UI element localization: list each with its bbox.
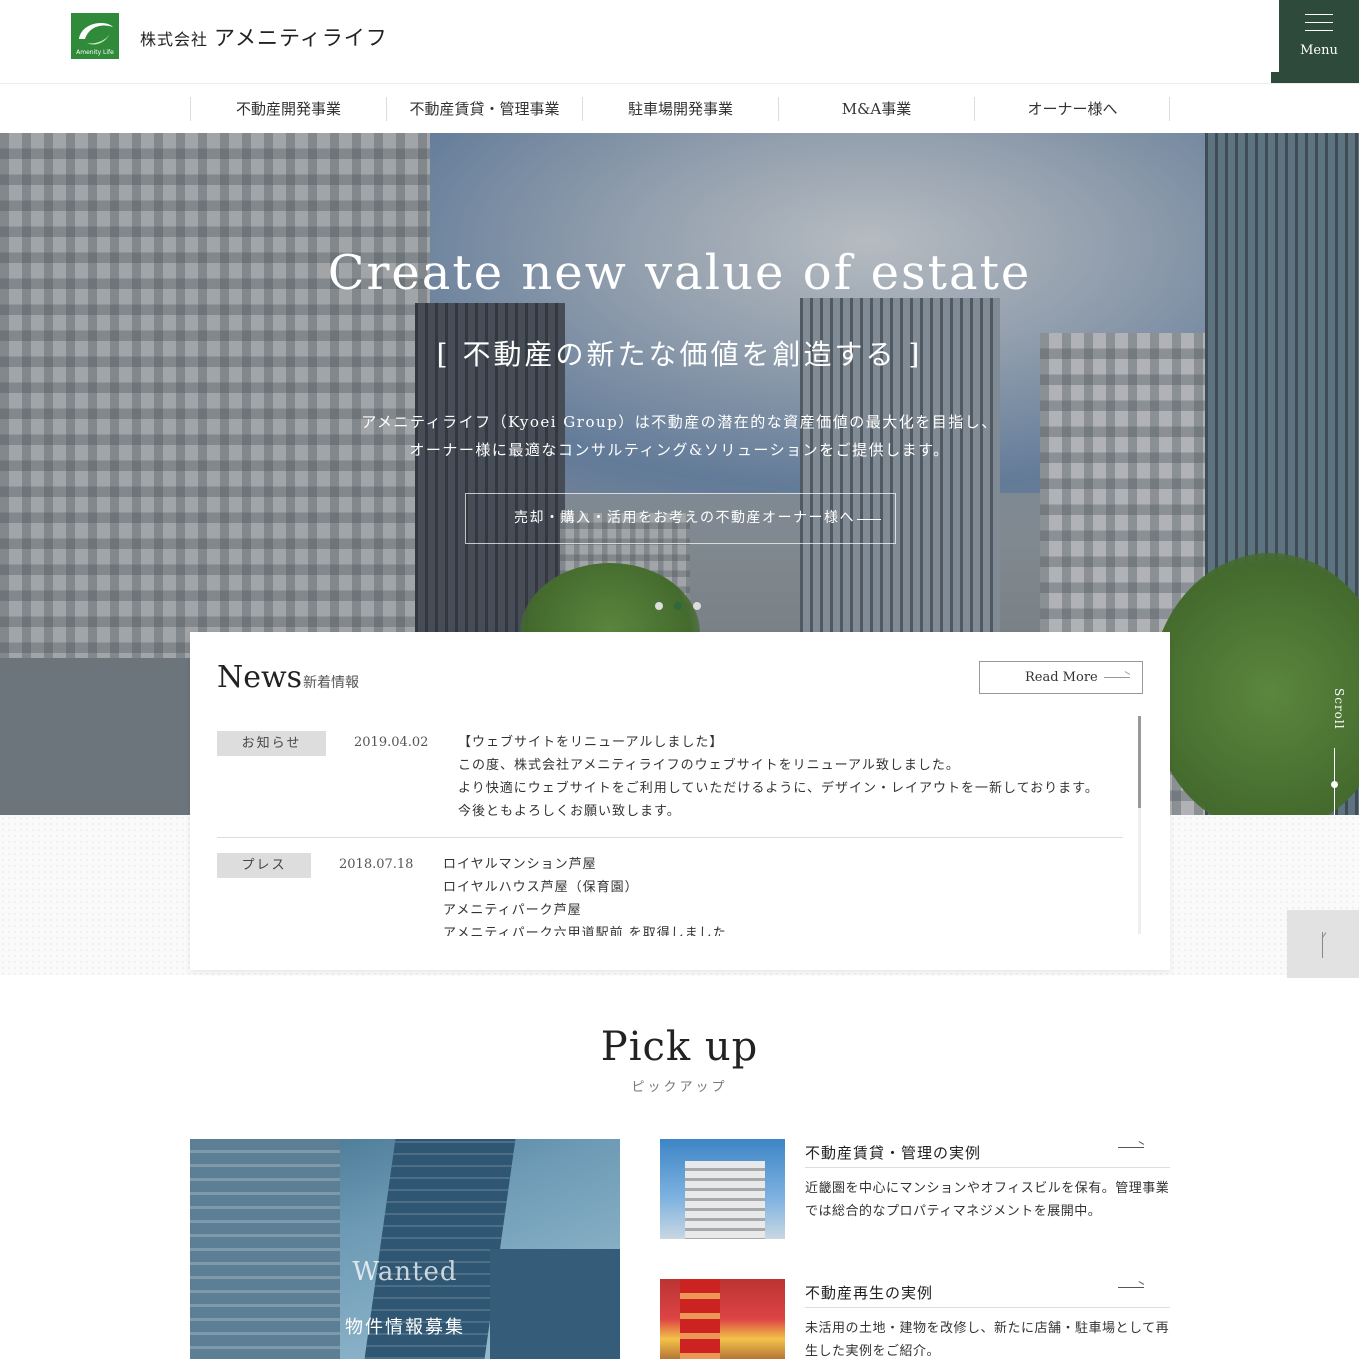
wanted-banner-title-en: Wanted xyxy=(352,1257,458,1287)
pickup-card-divider xyxy=(805,1167,1170,1168)
pickup-card-title: 不動産再生の実例 xyxy=(805,1284,934,1302)
company-name-text: アメニティライフ xyxy=(214,26,388,50)
nav-item-leasing-management[interactable]: 不動産賃貸・管理事業 xyxy=(386,97,582,121)
news-line: 【ウェブサイトをリニューアルしました】 xyxy=(458,735,724,750)
arrow-up-icon xyxy=(1322,932,1323,958)
news-title-ja: 新着情報 xyxy=(303,675,359,691)
news-date: 2019.04.02 xyxy=(354,735,429,750)
company-name[interactable]: 株式会社 アメニティライフ xyxy=(140,22,388,52)
slider-dot-2[interactable] xyxy=(674,602,682,610)
pickup-card-divider xyxy=(805,1307,1170,1308)
nav-divider xyxy=(1169,97,1170,121)
pickup-card-renovation[interactable]: 不動産再生の実例 未活用の土地・建物を改修し、新たに店舗・駐車場として再生した実… xyxy=(660,1279,1170,1359)
slider-dot-3[interactable] xyxy=(693,602,701,610)
nav-item-m-and-a[interactable]: M&A事業 xyxy=(778,97,974,121)
news-line: アメニティパーク六甲道駅前 を取得しました xyxy=(443,926,727,936)
site-header: Amenity Life 株式会社 アメニティライフ xyxy=(0,0,1359,84)
pickup-card-thumbnail xyxy=(660,1279,785,1359)
owner-cta-button[interactable]: 売却・購入・活用をお考えの不動産オーナー様へ xyxy=(465,493,896,544)
hamburger-icon xyxy=(1305,14,1333,38)
news-title: News xyxy=(217,660,303,695)
news-scrollbar-thumb[interactable] xyxy=(1138,716,1141,808)
logo-swoosh-icon xyxy=(79,23,113,45)
news-body: 【ウェブサイトをリニューアルしました】 この度、株式会社アメニティライフのウェブ… xyxy=(458,731,1099,823)
news-item[interactable]: お知らせ 2019.04.02 【ウェブサイトをリニューアルしました】 この度、… xyxy=(217,716,1123,838)
news-date: 2018.07.18 xyxy=(339,857,414,872)
hero-description: アメニティライフ（Kyoei Group）は不動産の潜在的な資産価値の最大化を目… xyxy=(0,408,1359,464)
hero-description-line-2: オーナー様に最適なコンサルティング&ソリューションをご提供します。 xyxy=(409,441,950,459)
hero-title: Create new value of estate xyxy=(327,245,1032,301)
news-line: この度、株式会社アメニティライフのウェブサイトをリニューアル致しました。 xyxy=(458,758,960,773)
scroll-indicator-dot xyxy=(1331,781,1338,788)
page-top-button[interactable] xyxy=(1287,910,1359,978)
wanted-banner[interactable]: Wanted 物件情報募集 xyxy=(190,1139,620,1359)
arrow-line-icon xyxy=(857,519,881,520)
news-line: ロイヤルハウス芦屋（保育園） xyxy=(443,880,639,895)
scroll-indicator-label: Scroll xyxy=(1332,688,1346,730)
news-panel: News 新着情報 Read More お知らせ 2019.04.02 【ウェブ… xyxy=(190,632,1170,970)
news-line: アメニティパーク芦屋 xyxy=(443,903,582,918)
read-more-label: Read More xyxy=(1025,670,1098,685)
news-line: ロイヤルマンション芦屋 xyxy=(443,857,597,872)
news-scrollbar[interactable] xyxy=(1138,716,1141,934)
owner-cta-label: 売却・購入・活用をお考えの不動産オーナー様へ xyxy=(514,510,855,526)
arrow-right-icon xyxy=(1118,1287,1144,1288)
arrow-right-icon xyxy=(1118,1147,1144,1148)
slider-dots xyxy=(655,595,712,614)
news-body: ロイヤルマンション芦屋 ロイヤルハウス芦屋（保育園） アメニティパーク芦屋 アメ… xyxy=(443,853,727,936)
pickup-card-description: 近畿圏を中心にマンションやオフィスビルを保有。管理事業では総合的なプロパティマネ… xyxy=(805,1181,1170,1219)
nav-item-real-estate-development[interactable]: 不動産開発事業 xyxy=(190,97,386,121)
pickup-title: Pick up xyxy=(600,1024,759,1070)
news-category-badge: お知らせ xyxy=(217,731,326,756)
nav-item-owners[interactable]: オーナー様へ xyxy=(974,97,1170,121)
news-item[interactable]: プレス 2018.07.18 ロイヤルマンション芦屋 ロイヤルハウス芦屋（保育園… xyxy=(217,838,1123,936)
news-line: 今後ともよろしくお願い致します。 xyxy=(458,804,681,819)
news-category-badge: プレス xyxy=(217,853,311,878)
company-prefix: 株式会社 xyxy=(140,30,209,49)
pickup-card-description: 未活用の土地・建物を改修し、新たに店舗・駐車場として再生した実例をご紹介。 xyxy=(805,1321,1170,1359)
menu-button-shadow xyxy=(1271,72,1359,83)
hero-subtitle: [ 不動産の新たな価値を創造する ] xyxy=(436,338,923,371)
pickup-card-title: 不動産賃貸・管理の実例 xyxy=(805,1144,982,1162)
menu-button[interactable]: Menu xyxy=(1279,0,1359,72)
logo-text: Amenity Life xyxy=(76,49,114,56)
arrow-right-icon xyxy=(1104,677,1130,678)
news-read-more-button[interactable]: Read More xyxy=(979,661,1143,694)
pickup-title-ja: ピックアップ xyxy=(631,1080,728,1095)
news-list[interactable]: お知らせ 2019.04.02 【ウェブサイトをリニューアルしました】 この度、… xyxy=(217,716,1141,936)
nav-item-parking-development[interactable]: 駐車場開発事業 xyxy=(582,97,778,121)
main-nav: 不動産開発事業 不動産賃貸・管理事業 駐車場開発事業 M&A事業 オーナー様へ xyxy=(0,85,1359,133)
menu-label: Menu xyxy=(1300,43,1338,58)
news-line: より快適にウェブサイトをご利用していただけるように、デザイン・レイアウトを一新し… xyxy=(458,781,1099,796)
company-logo[interactable]: Amenity Life xyxy=(71,13,119,59)
pickup-card-thumbnail xyxy=(660,1139,785,1239)
hero-description-line-1: アメニティライフ（Kyoei Group）は不動産の潜在的な資産価値の最大化を目… xyxy=(361,413,998,431)
wanted-banner-title-ja: 物件情報募集 xyxy=(345,1317,465,1338)
slider-dot-1[interactable] xyxy=(655,602,663,610)
pickup-card-leasing[interactable]: 不動産賃貸・管理の実例 近畿圏を中心にマンションやオフィスビルを保有。管理事業で… xyxy=(660,1139,1170,1239)
